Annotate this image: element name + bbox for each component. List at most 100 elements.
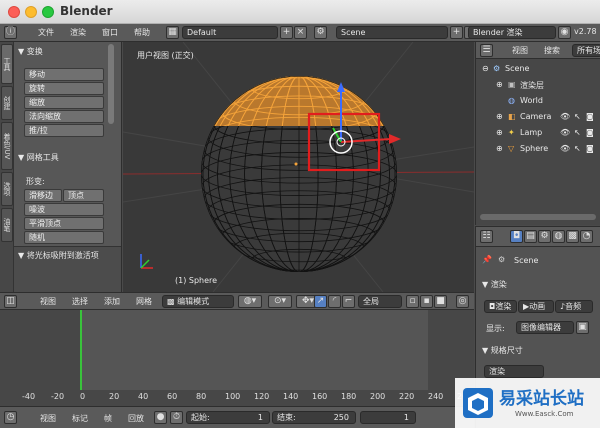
visibility-eye-icon[interactable]: 👁 [560, 112, 570, 121]
outliner-menu-search[interactable]: 搜索 [544, 45, 560, 56]
tab-shading-uv[interactable]: 着色/UV [1, 122, 13, 170]
select-arrow-icon[interactable]: ↖ [574, 112, 581, 121]
timeline-marker-menu[interactable]: 标记 [72, 413, 88, 424]
vertex-slide-button[interactable]: 顶点 [63, 189, 104, 202]
tab-options[interactable]: 选项 [1, 172, 13, 206]
view-menu[interactable]: 视图 [40, 296, 56, 307]
3d-viewport[interactable]: 用户视图 (正交) (1) Sphere [123, 42, 474, 292]
world-tab-icon[interactable]: ◍ [552, 230, 565, 243]
timeline-playback-menu[interactable]: 回放 [128, 413, 144, 424]
add-screen-button[interactable]: + [280, 26, 293, 39]
render-layers-tab-icon[interactable]: ▤ [524, 230, 537, 243]
screen-layout-field[interactable]: Default [182, 26, 278, 39]
outliner-menu-view[interactable]: 视图 [512, 45, 528, 56]
select-arrow-icon[interactable]: ↖ [574, 128, 581, 137]
mesh-tools-panel-header[interactable]: ▼ 网格工具 [18, 152, 59, 163]
menu-file[interactable]: 文件 [38, 27, 54, 38]
outliner-item-world[interactable]: ◍ World [476, 94, 600, 109]
record-icon[interactable]: ● [154, 411, 167, 424]
interaction-mode-select[interactable]: ▩ 编辑模式 [162, 295, 234, 308]
proportional-edit-icon[interactable]: ◎ [456, 295, 469, 308]
randomize-button[interactable]: 随机 [24, 231, 104, 244]
modifier-tab-icon[interactable]: ◔ [580, 230, 593, 243]
zoom-window-button[interactable] [42, 6, 54, 18]
visibility-eye-icon[interactable]: 👁 [560, 144, 570, 153]
render-engine-select[interactable]: Blender 渲染 [468, 26, 556, 39]
expand-icon[interactable]: ⊕ [496, 112, 503, 121]
translate-button[interactable]: 移动 [24, 68, 104, 81]
vertex-select-mode-icon[interactable]: ▫ [406, 295, 419, 308]
close-window-button[interactable] [8, 6, 20, 18]
3d-view-editor-icon[interactable]: ◫ [4, 295, 17, 308]
edge-select-mode-icon[interactable]: ▪ [420, 295, 433, 308]
scale-button[interactable]: 缩放 [24, 96, 104, 109]
operator-panel-header[interactable]: ▼ 将光标吸附到激活项 [18, 250, 99, 261]
visibility-eye-icon[interactable]: 👁 [560, 128, 570, 137]
minimize-window-button[interactable] [25, 6, 37, 18]
start-frame-field[interactable]: 起始: 1 [186, 411, 270, 424]
mesh-menu[interactable]: 网格 [136, 296, 152, 307]
properties-editor-icon[interactable]: ☷ [480, 230, 493, 243]
render-panel-header[interactable]: ▼ 渲染 [482, 279, 507, 290]
smooth-vertex-button[interactable]: 平滑顶点 [24, 217, 104, 230]
screen-layout-icon[interactable]: ▦ [166, 26, 179, 39]
expand-icon[interactable]: ⊕ [496, 80, 503, 89]
object-tab-icon[interactable]: ▩ [566, 230, 579, 243]
outliner-scrollbar[interactable] [480, 214, 596, 220]
edge-slide-button[interactable]: 滑移边 [24, 189, 62, 202]
noise-button[interactable]: 噪波 [24, 203, 104, 216]
push-pull-button[interactable]: 推/拉 [24, 124, 104, 137]
pin-icon[interactable]: 📌 [482, 255, 492, 264]
face-select-mode-icon[interactable]: ■ [434, 295, 447, 308]
menu-render[interactable]: 渲染 [70, 27, 86, 38]
timeline-editor-icon[interactable]: ◷ [4, 411, 17, 424]
viewport-canvas[interactable] [123, 42, 474, 292]
dimensions-panel-header[interactable]: ▼ 规格尺寸 [482, 345, 523, 356]
outliner-item-render-layers[interactable]: ⊕ ▣ 渲染层 [476, 78, 600, 93]
add-menu[interactable]: 添加 [104, 296, 120, 307]
select-arrow-icon[interactable]: ↖ [574, 144, 581, 153]
pivot-point-select[interactable]: ⊙▾ [268, 295, 292, 308]
outliner-item-camera[interactable]: ⊕ ◧ Camera 👁 ↖ ◙ [476, 110, 600, 125]
render-camera-icon[interactable]: ◙ [586, 128, 594, 137]
viewport-shading-select[interactable]: ◍▾ [238, 295, 262, 308]
transform-orientation-select[interactable]: 全局 [358, 295, 402, 308]
tab-grease-pencil[interactable]: 油笔 [1, 208, 13, 242]
scene-field[interactable]: Scene [336, 26, 448, 39]
expand-icon[interactable]: ⊖ [482, 64, 489, 73]
display-toggle-icon[interactable]: ▣ [576, 321, 589, 334]
current-frame-field[interactable]: 1 [360, 411, 416, 424]
expand-icon[interactable]: ⊕ [496, 144, 503, 153]
rotate-button[interactable]: 旋转 [24, 82, 104, 95]
tab-tools[interactable]: 工具 [1, 44, 13, 84]
render-camera-icon[interactable]: ◙ [586, 144, 594, 153]
timeline-editor[interactable]: -40-200204060801001201401601802002202402… [0, 310, 474, 406]
tab-create[interactable]: 创建 [1, 86, 13, 120]
render-image-button[interactable]: ◘渲染 [484, 300, 517, 313]
shrink-fatten-button[interactable]: 法向缩放 [24, 110, 104, 123]
rotate-manipulator-icon[interactable]: ◜ [328, 295, 341, 308]
render-animation-button[interactable]: ▶动画 [518, 300, 554, 313]
tool-shelf-scrollbar[interactable] [108, 44, 114, 124]
menu-window[interactable]: 窗口 [102, 27, 118, 38]
outliner-editor-icon[interactable]: ☰ [480, 44, 493, 57]
timeline-frame-menu[interactable]: 帧 [104, 413, 112, 424]
transform-panel-header[interactable]: ▼ 变换 [18, 46, 43, 57]
render-camera-icon[interactable]: ◙ [586, 112, 594, 121]
scene-icon[interactable]: ⚙ [314, 26, 327, 39]
end-frame-field[interactable]: 结束: 250 [272, 411, 356, 424]
outliner-item-scene[interactable]: ⊖ ⚙ Scene [476, 62, 600, 77]
menu-help[interactable]: 帮助 [134, 27, 150, 38]
timeline-view-menu[interactable]: 视图 [40, 413, 56, 424]
expand-icon[interactable]: ⊕ [496, 128, 503, 137]
outliner-item-sphere[interactable]: ⊕ ▽ Sphere 👁 ↖ ◙ [476, 142, 600, 157]
render-preset-select[interactable]: 渲染 [484, 365, 544, 378]
outliner-display-mode[interactable]: 所有场 [572, 44, 600, 57]
select-menu[interactable]: 选择 [72, 296, 88, 307]
render-tab-camera-icon[interactable]: ◘ [510, 230, 523, 243]
scene-tab-icon[interactable]: ⚙ [538, 230, 551, 243]
current-frame-marker[interactable] [80, 310, 82, 390]
preview-range-icon[interactable]: ⏱ [170, 411, 183, 424]
outliner-item-lamp[interactable]: ⊕ ✦ Lamp 👁 ↖ ◙ [476, 126, 600, 141]
delete-screen-button[interactable]: × [294, 26, 307, 39]
